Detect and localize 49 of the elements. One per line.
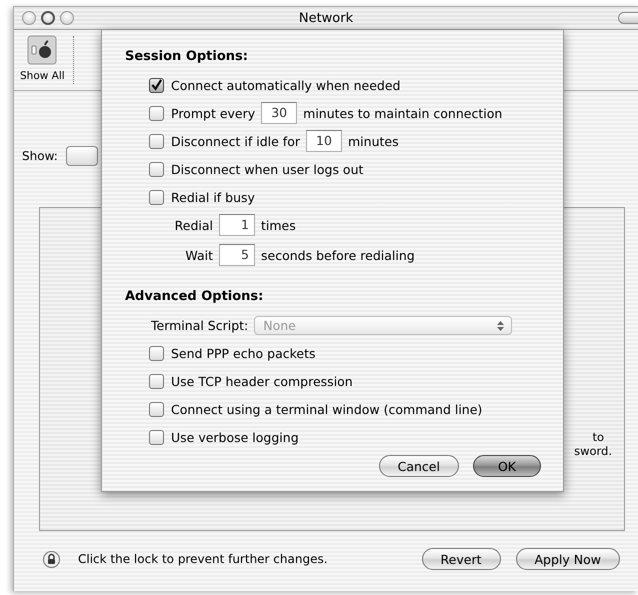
checkbox[interactable] [149,162,164,176]
number-field[interactable]: 10 [306,130,342,152]
checkbox[interactable] [149,78,164,92]
checkbox-label: Connect automatically when needed [171,78,400,92]
checkbox[interactable] [149,346,164,360]
close-button[interactable] [22,11,36,25]
checkbox-label: Prompt every [171,106,256,120]
field-unit-label: minutes to maintain connection [303,106,502,120]
checkbox-label: Use verbose logging [171,430,299,444]
zoom-button[interactable] [60,11,74,25]
field-unit-label: minutes [348,134,399,148]
show-all-button[interactable]: Show All [14,35,73,90]
checkbox[interactable] [149,134,164,148]
lock-icon[interactable] [43,550,60,568]
checkbox-label: Send PPP echo packets [171,346,316,360]
sheet-button[interactable]: OK [472,455,541,477]
note-text-fragment: sword. [574,444,612,458]
number-field[interactable]: 1 [219,214,255,236]
action-button[interactable]: Apply Now [516,548,620,570]
checkbox[interactable] [149,430,164,444]
field-label: Wait [184,248,213,262]
note-text-fragment: to [592,430,604,444]
toolbar-toggle-button[interactable] [618,12,638,24]
checkbox[interactable] [149,106,164,120]
number-field[interactable]: 30 [261,102,298,124]
sheet-button[interactable]: Cancel [378,455,459,477]
section-heading: Session Options: [125,49,249,66]
checkbox-label: Connect using a terminal window (command line) [171,402,482,416]
show-popup[interactable] [66,146,98,166]
checkbox-label: Disconnect if idle for [171,134,300,148]
section-heading: Advanced Options: [125,289,264,306]
window-title: Network [298,10,354,26]
up-down-arrows-icon [496,320,506,332]
checkbox-label: Use TCP header compression [171,374,353,388]
checkbox[interactable] [149,402,164,416]
terminal-script-label: Terminal Script: [151,318,248,332]
field-unit-label: seconds before redialing [261,248,415,262]
lock-message: Click the lock to prevent further changes. [78,552,328,566]
action-button[interactable]: Revert [422,548,500,570]
checkbox-label: Disconnect when user logs out [171,162,364,176]
minimize-button[interactable] [41,11,55,25]
field-unit-label: times [261,218,296,232]
checkbox-label: Redial if busy [171,190,255,204]
checkbox[interactable] [149,190,164,204]
checkbox[interactable] [149,374,164,388]
show-label: Show: [22,149,58,163]
field-label: Redial [174,218,213,232]
number-field[interactable]: 5 [219,244,255,266]
tile-icon [27,35,58,65]
